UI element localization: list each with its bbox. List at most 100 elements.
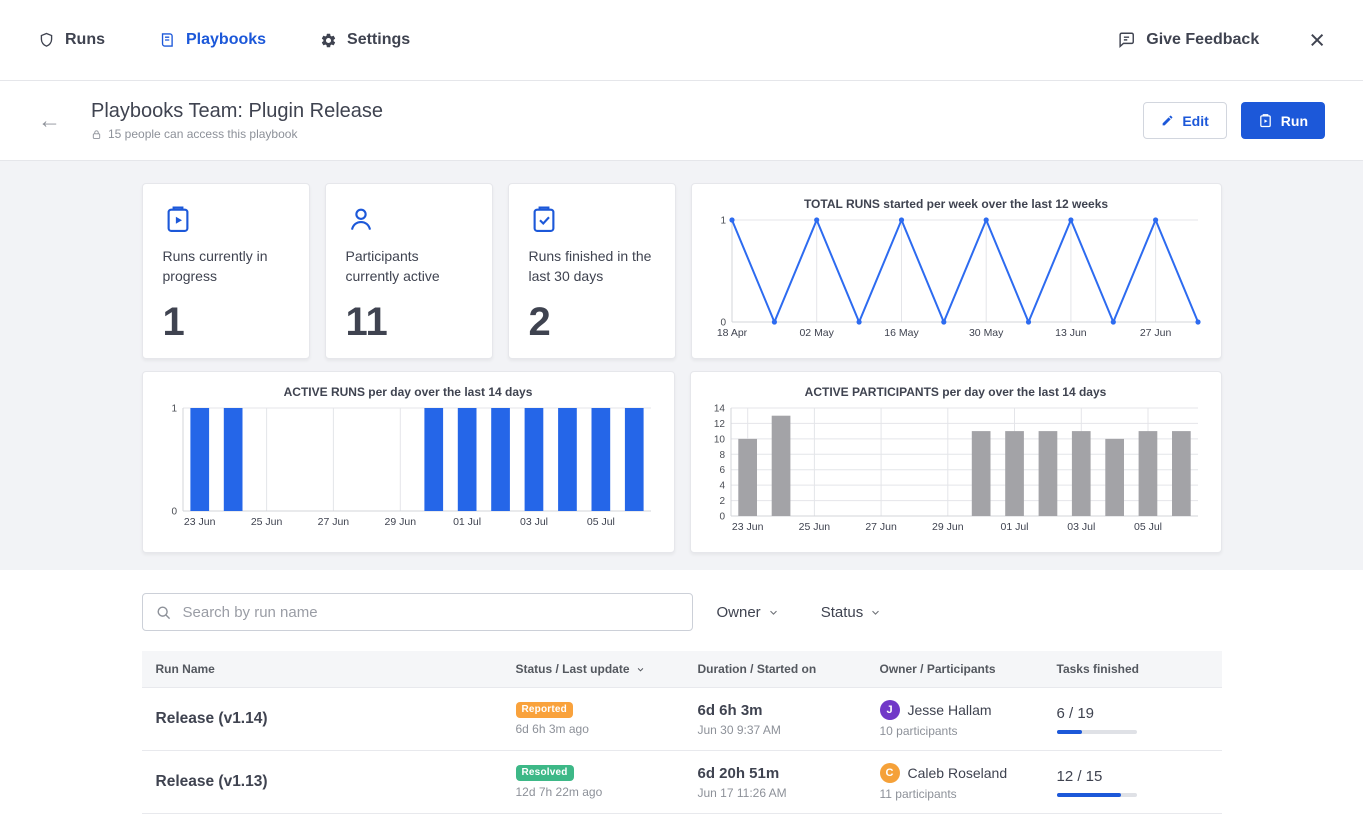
nav-items: Runs Playbooks Settings: [38, 31, 410, 49]
sort-chevron-icon: [636, 665, 645, 674]
active-runs-bar-chart: 0123 Jun25 Jun27 Jun29 Jun01 Jul03 Jul05…: [157, 402, 660, 542]
run-status-cell: Resolved 12d 7h 22m ago: [502, 765, 684, 799]
svg-text:10: 10: [713, 434, 725, 445]
playbooks-book-icon: [159, 31, 176, 49]
svg-text:14: 14: [713, 404, 725, 415]
svg-text:1: 1: [171, 404, 177, 415]
lock-icon: [91, 129, 102, 140]
total-runs-line-chart: 0118 Apr02 May16 May30 May13 Jun27 Jun: [706, 214, 1207, 348]
stat-value: 11: [346, 302, 472, 342]
run-name: Release (v1.13): [142, 773, 502, 791]
stat-card-runs-finished: Runs finished in the last 30 days 2: [508, 183, 676, 359]
svg-text:6: 6: [719, 465, 725, 476]
search-input[interactable]: [142, 593, 693, 631]
run-duration-cell: 6d 6h 3m Jun 30 9:37 AM: [684, 702, 866, 737]
edit-button-label: Edit: [1182, 113, 1208, 129]
last-update-text: 12d 7h 22m ago: [516, 785, 684, 799]
svg-text:18 Apr: 18 Apr: [716, 327, 747, 339]
started-on-text: Jun 17 11:26 AM: [698, 786, 866, 800]
status-badge: Resolved: [516, 765, 574, 781]
nav-playbooks-label: Playbooks: [186, 31, 266, 49]
svg-text:02 May: 02 May: [799, 327, 834, 339]
svg-text:0: 0: [719, 512, 725, 523]
search-box: [142, 593, 693, 631]
header-actions: Edit Run: [1143, 102, 1325, 139]
nav-item-playbooks[interactable]: Playbooks: [159, 31, 266, 49]
svg-text:01 Jul: 01 Jul: [453, 516, 481, 528]
run-button[interactable]: Run: [1241, 102, 1325, 139]
active-runs-chart-title: ACTIVE RUNS per day over the last 14 day…: [157, 385, 660, 399]
run-owner-cell: C Caleb Roseland 11 participants: [866, 763, 1043, 801]
nav-item-settings[interactable]: Settings: [320, 31, 410, 49]
nav-runs-label: Runs: [65, 31, 105, 49]
svg-text:27 Jun: 27 Jun: [1139, 327, 1171, 339]
stat-label: Runs currently in progress: [163, 246, 289, 287]
run-name: Release (v1.14): [142, 710, 502, 728]
column-header-tasks: Tasks finished: [1043, 662, 1222, 676]
table-header-row: Run Name Status / Last update Duration /…: [142, 651, 1222, 688]
run-button-label: Run: [1281, 113, 1308, 129]
close-icon[interactable]: ×: [1309, 27, 1325, 54]
owner-name: Jesse Hallam: [908, 702, 992, 718]
status-filter-label: Status: [821, 604, 864, 621]
run-row-release-v1-14[interactable]: Release (v1.14) Reported 6d 6h 3m ago 6d…: [142, 688, 1222, 751]
svg-text:13 Jun: 13 Jun: [1055, 327, 1087, 339]
svg-text:25 Jun: 25 Jun: [798, 521, 830, 533]
nav-settings-label: Settings: [347, 31, 410, 49]
svg-text:30 May: 30 May: [968, 327, 1003, 339]
svg-text:27 Jun: 27 Jun: [865, 521, 897, 533]
feedback-icon: [1117, 31, 1136, 49]
total-runs-chart-card: TOTAL RUNS started per week over the las…: [691, 183, 1222, 359]
runs-section: Owner Status Run Name Status / Last upda…: [0, 570, 1363, 814]
pencil-icon: [1161, 114, 1174, 127]
run-tasks-cell: 12 / 15: [1043, 768, 1222, 797]
topbar-right: Give Feedback ×: [1117, 27, 1325, 54]
gear-icon: [320, 32, 337, 49]
run-owner-cell: J Jesse Hallam 10 participants: [866, 700, 1043, 738]
svg-text:16 May: 16 May: [884, 327, 919, 339]
svg-text:05 Jul: 05 Jul: [586, 516, 614, 528]
stats-row-1: Runs currently in progress 1 Participant…: [142, 183, 1222, 354]
edit-button[interactable]: Edit: [1143, 102, 1226, 139]
page-title: Playbooks Team: Plugin Release: [91, 100, 383, 123]
chevron-down-icon: [870, 607, 881, 618]
stats-row-2: ACTIVE RUNS per day over the last 14 day…: [142, 371, 1222, 543]
duration-text: 6d 20h 51m: [698, 765, 866, 782]
runs-table: Run Name Status / Last update Duration /…: [142, 651, 1222, 814]
column-header-status-label: Status / Last update: [516, 662, 630, 676]
filters-row: Owner Status: [142, 593, 1222, 631]
stats-section: Runs currently in progress 1 Participant…: [0, 161, 1363, 570]
stat-label: Participants currently active: [346, 246, 472, 287]
svg-text:03 Jul: 03 Jul: [519, 516, 547, 528]
total-runs-chart-title: TOTAL RUNS started per week over the las…: [706, 197, 1207, 211]
avatar: C: [880, 763, 900, 783]
column-header-duration: Duration / Started on: [684, 662, 866, 676]
owner-filter-dropdown[interactable]: Owner: [717, 604, 779, 621]
svg-text:8: 8: [719, 450, 725, 461]
tasks-finished-value: 12 / 15: [1057, 768, 1222, 785]
column-header-run-name: Run Name: [142, 662, 502, 676]
nav-item-runs[interactable]: Runs: [38, 31, 105, 49]
active-participants-chart-card: ACTIVE PARTICIPANTS per day over the las…: [690, 371, 1222, 553]
title-block: Playbooks Team: Plugin Release 15 people…: [91, 100, 383, 141]
chevron-down-icon: [768, 607, 779, 618]
svg-text:2: 2: [719, 496, 725, 507]
run-row-release-v1-13[interactable]: Release (v1.13) Resolved 12d 7h 22m ago …: [142, 751, 1222, 814]
status-badge: Reported: [516, 702, 574, 718]
started-on-text: Jun 30 9:37 AM: [698, 723, 866, 737]
give-feedback-label: Give Feedback: [1146, 31, 1259, 49]
last-update-text: 6d 6h 3m ago: [516, 722, 684, 736]
back-arrow-icon[interactable]: ←: [38, 109, 61, 132]
tasks-progress-bar: [1057, 730, 1137, 734]
access-note: 15 people can access this playbook: [91, 127, 383, 141]
status-filter-dropdown[interactable]: Status: [821, 604, 882, 621]
run-tasks-cell: 6 / 19: [1043, 705, 1222, 734]
run-duration-cell: 6d 20h 51m Jun 17 11:26 AM: [684, 765, 866, 800]
column-header-status[interactable]: Status / Last update: [502, 662, 684, 676]
svg-text:25 Jun: 25 Jun: [250, 516, 282, 528]
run-status-cell: Reported 6d 6h 3m ago: [502, 702, 684, 736]
stat-label: Runs finished in the last 30 days: [529, 246, 655, 287]
svg-text:05 Jul: 05 Jul: [1133, 521, 1161, 533]
give-feedback-button[interactable]: Give Feedback: [1117, 31, 1259, 49]
tasks-finished-value: 6 / 19: [1057, 705, 1222, 722]
